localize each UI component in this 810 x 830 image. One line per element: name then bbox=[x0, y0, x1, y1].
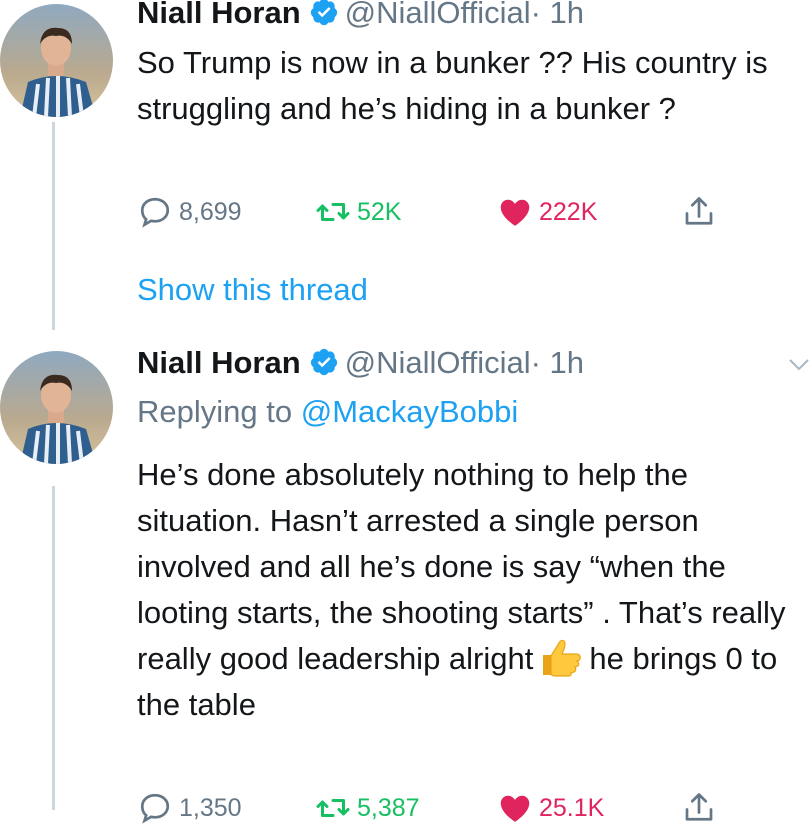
retweet-icon bbox=[316, 799, 350, 817]
display-name[interactable]: Niall Horan bbox=[137, 0, 301, 30]
like-button[interactable]: 222K bbox=[497, 194, 597, 230]
tweet-text: He’s done absolutely nothing to help the… bbox=[137, 452, 806, 728]
timestamp[interactable]: · 1h bbox=[531, 345, 584, 380]
heart-icon bbox=[500, 199, 530, 226]
retweet-button[interactable]: 5,387 bbox=[315, 790, 420, 826]
retweet-count: 5,387 bbox=[357, 793, 420, 822]
reply-button[interactable]: 1,350 bbox=[137, 790, 242, 826]
share-button[interactable] bbox=[681, 790, 723, 826]
replying-to: Replying to @MackayBobbi bbox=[137, 394, 518, 430]
retweet-button[interactable]: 52K bbox=[315, 194, 401, 230]
reply-count: 8,699 bbox=[179, 197, 242, 226]
like-count: 222K bbox=[539, 197, 598, 226]
thumbs-up-icon bbox=[537, 637, 583, 677]
like-count: 25.1K bbox=[539, 793, 605, 822]
tweet-text: So Trump is now in a bunker ?? His count… bbox=[137, 45, 768, 126]
share-icon bbox=[685, 197, 713, 225]
timestamp[interactable]: · 1h bbox=[531, 0, 584, 30]
share-icon bbox=[685, 793, 713, 821]
chevron-down-icon[interactable] bbox=[788, 358, 810, 372]
heart-icon bbox=[500, 795, 530, 822]
tweet-header: Niall Horan @NiallOfficial· 1h bbox=[137, 345, 584, 381]
replying-mention-link[interactable]: @MackayBobbi bbox=[301, 394, 519, 429]
tweet-header: Niall Horan @NiallOfficial· 1h bbox=[137, 0, 584, 31]
avatar[interactable] bbox=[0, 4, 113, 117]
verified-badge-icon bbox=[309, 347, 339, 377]
handle[interactable]: @NiallOfficial bbox=[345, 0, 531, 30]
reply-icon bbox=[140, 197, 170, 228]
avatar[interactable] bbox=[0, 351, 113, 464]
tweet-actions: 8,699 52K 222K bbox=[137, 194, 810, 234]
like-button[interactable]: 25.1K bbox=[497, 790, 604, 826]
share-button[interactable] bbox=[681, 194, 723, 230]
reply-button[interactable]: 8,699 bbox=[137, 194, 242, 230]
retweet-icon bbox=[316, 203, 350, 221]
handle[interactable]: @NiallOfficial bbox=[345, 345, 531, 380]
reply-count: 1,350 bbox=[179, 793, 242, 822]
show-thread-link[interactable]: Show this thread bbox=[137, 272, 368, 308]
thread-line-bottom bbox=[52, 486, 55, 810]
replying-label: Replying to bbox=[137, 394, 293, 429]
retweet-count: 52K bbox=[357, 197, 402, 226]
thread-line-top bbox=[52, 122, 55, 330]
reply-icon bbox=[140, 793, 170, 824]
tweet-actions: 1,350 5,387 25.1K bbox=[137, 790, 810, 830]
display-name[interactable]: Niall Horan bbox=[137, 345, 301, 380]
verified-badge-icon bbox=[309, 0, 339, 27]
